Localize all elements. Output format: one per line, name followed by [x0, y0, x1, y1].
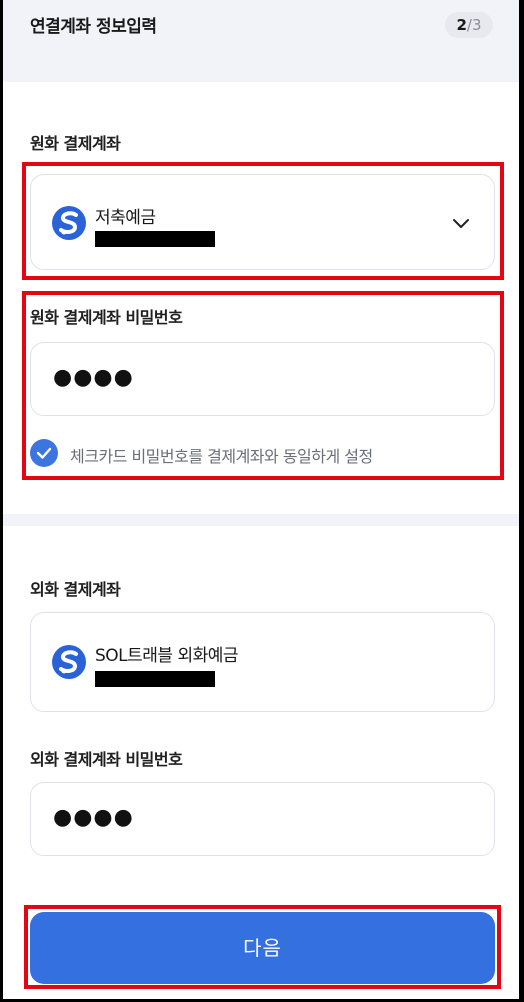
shinhan-bank-logo-icon: [52, 206, 86, 240]
step-indicator: 2/3: [445, 12, 493, 38]
krw-account-label: 원화 결제계좌: [30, 134, 121, 153]
foreign-password-label: 외화 결제계좌 비밀번호: [30, 750, 183, 769]
krw-account-name: 저축예금: [95, 208, 156, 228]
krw-password-label: 원화 결제계좌 비밀번호: [30, 308, 183, 327]
checkmark-icon: [36, 447, 52, 459]
step-total: 3: [471, 16, 482, 34]
chevron-down-icon: [453, 219, 469, 228]
krw-account-section: 원화 결제계좌 저축예금 원화 결제계좌 비밀번호 ●●●● 체크카드 비밀번호…: [3, 82, 519, 514]
app-frame: 연결계좌 정보입력 2/3 원화 결제계좌 저축예금 원화 결제계좌 비밀번호 …: [3, 0, 519, 999]
foreign-password-input[interactable]: ●●●●: [30, 782, 495, 856]
same-password-label[interactable]: 체크카드 비밀번호를 결제계좌와 동일하게 설정: [70, 443, 373, 467]
krw-account-select[interactable]: 저축예금: [30, 174, 495, 270]
foreign-account-name: SOL트래블 외화예금: [95, 646, 239, 666]
step-current: 2: [456, 16, 467, 34]
foreign-account-card[interactable]: SOL트래블 외화예금: [30, 612, 495, 712]
same-password-checkbox[interactable]: [30, 439, 58, 467]
krw-password-value: ●●●●: [53, 365, 134, 390]
foreign-account-label: 외화 결제계좌: [30, 580, 121, 599]
shinhan-bank-logo-icon: [52, 645, 86, 679]
foreign-password-value: ●●●●: [53, 805, 134, 830]
krw-password-input[interactable]: ●●●●: [30, 342, 495, 416]
page-header: 연결계좌 정보입력 2/3: [3, 0, 519, 82]
next-button[interactable]: 다음: [30, 912, 495, 984]
page-title: 연결계좌 정보입력: [30, 17, 157, 37]
foreign-account-number-redacted: [95, 671, 215, 687]
krw-account-number-redacted: [95, 231, 215, 247]
